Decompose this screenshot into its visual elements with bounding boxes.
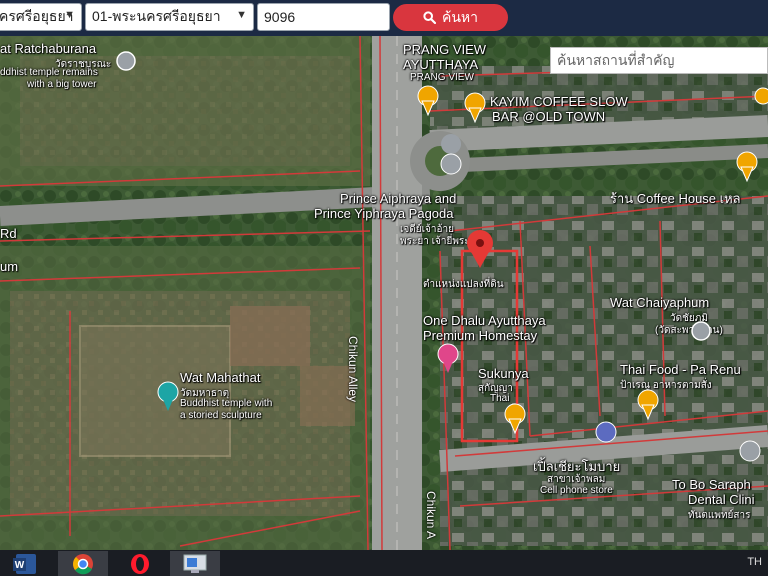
search-toolbar: ครศรีอยุธยา ▼ 01-พระนครศรีอยุธยา ▼ 9096 … xyxy=(0,0,768,36)
label-prang-view-sub: PRANG VIEW xyxy=(410,72,474,83)
label-um: um xyxy=(0,259,19,274)
label-wat-chaiyaphum: Wat Chaiyaphum xyxy=(610,295,710,310)
windows-taskbar: W TH xyxy=(0,550,768,576)
label-prang-view: PRANG VIEW xyxy=(403,42,487,57)
label-parcel-position: ตำแหน่งแปลงที่ดิน xyxy=(423,279,504,290)
label-cell-phone-en: Cell phone store xyxy=(540,485,613,496)
label-wat-ratchaburana: at Ratchaburana xyxy=(0,41,97,56)
label-pagoda-th-2: พระยา เจ้ายี่พระ xyxy=(400,236,470,247)
label-kayim-coffee: KAYIM COFFEE SLOW xyxy=(490,94,628,109)
label-to-bo-th: ทันตแพทย์สาร xyxy=(688,510,751,521)
chevron-down-icon: ▼ xyxy=(236,9,247,21)
chevron-down-icon: ▼ xyxy=(64,9,75,21)
opera-app-icon[interactable] xyxy=(115,551,165,576)
label-one-dhalu-2: Premium Homestay xyxy=(423,328,538,343)
label-coffee-house: ร้าน Coffee House เหล xyxy=(610,191,741,206)
label-sukunya: Sukunya xyxy=(478,366,529,381)
map-imagery xyxy=(0,36,768,550)
label-to-bo-2: Dental Clini xyxy=(688,492,755,507)
label-thai-food: Thai Food - Pa Renu xyxy=(620,362,741,377)
svg-text:W: W xyxy=(15,560,25,571)
chrome-app-icon[interactable] xyxy=(58,551,108,576)
label-wat-mahathat-desc1: Buddhist temple with xyxy=(180,398,273,409)
label-rd: Rd xyxy=(0,226,17,241)
label-wat-mahathat-desc2: a storied sculpture xyxy=(180,410,262,421)
place-search-input[interactable]: ค้นหาสถานที่สำคัญ xyxy=(550,47,768,74)
parcel-number-input[interactable]: 9096 xyxy=(257,3,390,31)
label-wat-chaiyaphum-th-2: (วัดสะพานถ่าน) xyxy=(655,325,723,336)
label-chikun-alley: Chikun Alley xyxy=(346,336,360,403)
parcel-number-value: 9096 xyxy=(264,9,296,25)
label-pagoda-2: Prince Yiphraya Pagoda xyxy=(314,206,454,221)
label-wat-mahathat: Wat Mahathat xyxy=(180,370,261,385)
province-select[interactable]: ครศรีอยุธยา ▼ xyxy=(0,3,82,31)
label-wat-ratchaburana-desc1: ddhist temple remains xyxy=(0,67,98,78)
place-search-placeholder: ค้นหาสถานที่สำคัญ xyxy=(557,51,675,68)
label-thai-food-th: ป้าเรณู อาหารตามสั่ง xyxy=(620,380,712,391)
language-indicator[interactable]: TH xyxy=(747,556,762,568)
label-kayim-coffee-2: BAR @OLD TOWN xyxy=(492,109,606,124)
label-chikun-alley-2: Chikun A xyxy=(424,491,438,540)
word-app-icon[interactable]: W xyxy=(0,551,50,576)
search-button[interactable]: ค้นหา xyxy=(393,4,508,31)
label-sukunya-sub: Thai xyxy=(490,393,510,404)
search-button-label: ค้นหา xyxy=(441,8,479,25)
label-wat-ratchaburana-desc2: with a big tower xyxy=(27,79,97,90)
label-prang-view-ayutthaya: AYUTTHAYA xyxy=(403,57,479,72)
search-icon xyxy=(423,11,436,24)
province-select-value: ครศรีอยุธยา xyxy=(0,8,74,24)
satellite-map[interactable]: ค้นหาสถานที่สำคัญ at Ratchaburana วัดราช… xyxy=(0,36,768,550)
screen-app-icon[interactable] xyxy=(170,551,220,576)
district-select[interactable]: 01-พระนครศรีอยุธยา ▼ xyxy=(85,3,254,31)
label-one-dhalu: One Dhalu Ayutthaya xyxy=(423,313,546,328)
label-to-bo: To Bo Saraph xyxy=(672,477,751,492)
district-select-value: 01-พระนครศรีอยุธยา xyxy=(92,8,221,24)
label-pagoda: Prince Aiphraya and xyxy=(340,191,457,206)
